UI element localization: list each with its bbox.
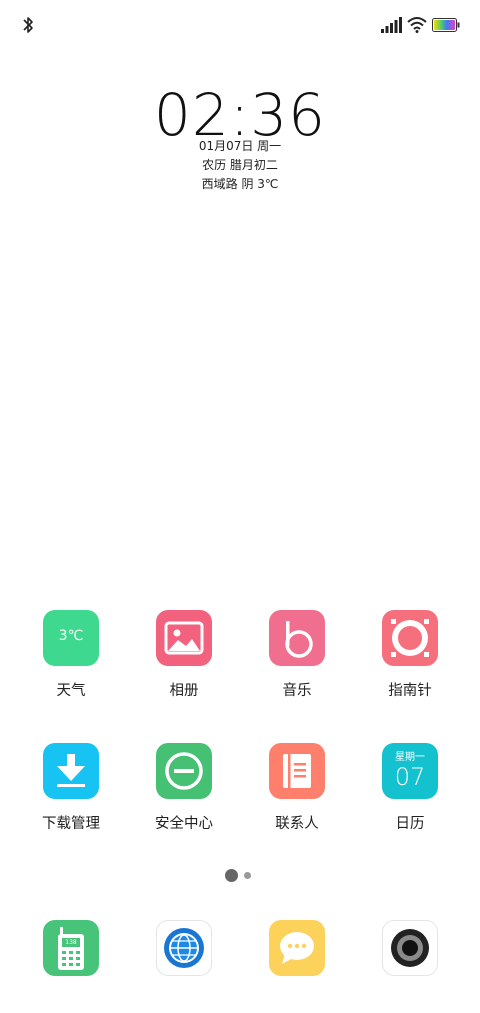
camera-icon	[382, 920, 438, 976]
dock-browser[interactable]	[129, 920, 239, 976]
lunar-date: 农历 腊月初二	[202, 158, 278, 172]
weather-icon: 3℃	[43, 610, 99, 666]
weather-icon-temp: 3℃	[58, 628, 84, 644]
gallery-icon	[156, 610, 212, 666]
app-label: 联系人	[275, 816, 319, 832]
phone-icon-screen-text: 138	[65, 939, 77, 946]
dock-messages[interactable]	[242, 920, 352, 976]
app-label: 相册	[169, 683, 199, 699]
page-indicator[interactable]	[0, 868, 480, 884]
contacts-icon	[269, 743, 325, 799]
bluetooth-icon	[23, 17, 33, 33]
page-dot-active[interactable]	[225, 869, 238, 882]
messages-icon	[269, 920, 325, 976]
app-label: 安全中心	[155, 816, 213, 832]
compass-icon	[382, 610, 438, 666]
dock-phone[interactable]: 138	[16, 920, 126, 976]
app-compass[interactable]: 指南针	[355, 610, 465, 700]
app-music[interactable]: 音乐	[242, 610, 352, 700]
calendar-icon-day: 07	[394, 763, 426, 791]
app-label: 天气	[56, 683, 86, 699]
status-bar	[0, 0, 480, 50]
app-label: 音乐	[282, 683, 312, 699]
app-contacts[interactable]: 联系人	[242, 743, 352, 833]
app-security[interactable]: 安全中心	[129, 743, 239, 833]
calendar-icon-weekday: 星期一	[395, 752, 425, 763]
dock-camera[interactable]	[355, 920, 465, 976]
security-icon	[156, 743, 212, 799]
wifi-icon	[407, 17, 427, 33]
app-gallery[interactable]: 相册	[129, 610, 239, 700]
download-icon	[43, 743, 99, 799]
app-downloads[interactable]: 下载管理	[16, 743, 126, 833]
browser-icon	[156, 920, 212, 976]
page-dot[interactable]	[244, 872, 251, 879]
music-icon	[269, 610, 325, 666]
app-calendar[interactable]: 星期一 07 日历	[355, 743, 465, 833]
signal-icon	[381, 17, 402, 33]
phone-icon: 138	[43, 920, 99, 976]
calendar-icon: 星期一 07	[382, 743, 438, 799]
weather-summary[interactable]: 西域路 阴 3℃	[0, 175, 480, 194]
app-label: 下载管理	[42, 816, 100, 832]
battery-icon	[432, 18, 460, 32]
clock-date[interactable]: 01月07日 周一	[0, 137, 480, 156]
app-weather[interactable]: 3℃ 天气	[16, 610, 126, 700]
app-label: 日历	[395, 816, 425, 832]
app-label: 指南针	[388, 683, 432, 699]
